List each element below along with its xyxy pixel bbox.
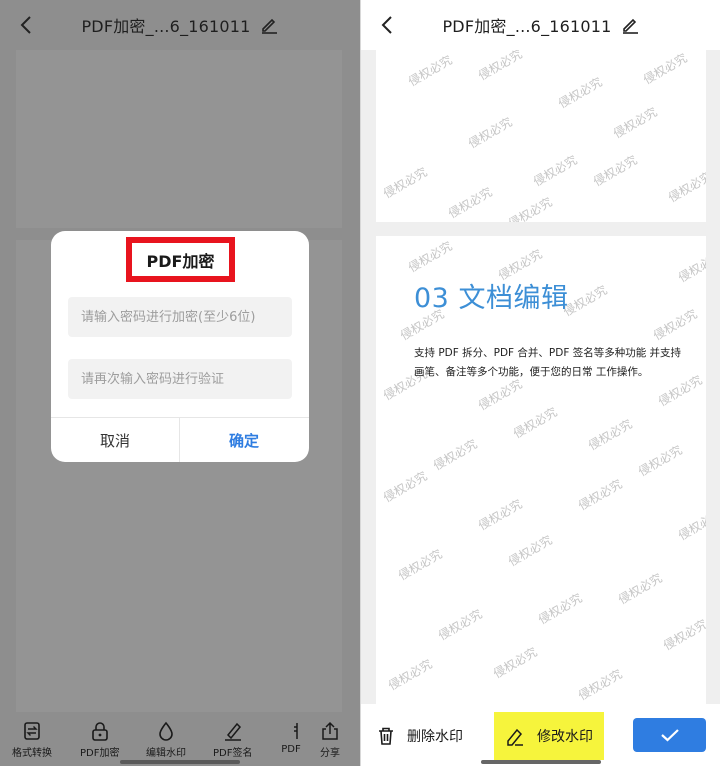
watermark-text: 侵权必究 (575, 476, 625, 513)
rename-button[interactable] (620, 15, 640, 35)
delete-watermark-button[interactable]: 删除水印 (377, 722, 463, 750)
modify-watermark-button[interactable]: 修改水印 (494, 712, 604, 760)
watermark-text: 侵权必究 (610, 104, 660, 141)
watermark-text: 侵权必究 (660, 616, 706, 653)
tool-label: PDF加密 (80, 748, 120, 759)
tool-pdf-encrypt[interactable]: PDF加密 (80, 720, 119, 759)
watermark-text: 侵权必究 (675, 506, 706, 543)
watermark-text: 侵权必究 (385, 656, 435, 693)
droplet-icon (155, 720, 177, 742)
tool-pdf-sign[interactable]: PDF签名 (213, 720, 252, 759)
tool-label: 分享 (320, 748, 340, 759)
home-indicator[interactable] (481, 760, 601, 764)
watermark-text: 侵权必究 (575, 666, 625, 703)
delete-watermark-label: 删除水印 (407, 729, 463, 745)
format-convert-icon (21, 720, 43, 742)
tool-pdf[interactable]: PDF (280, 720, 302, 755)
tool-format-convert[interactable]: 格式转换 (12, 720, 52, 759)
password-input[interactable] (68, 297, 292, 337)
document-title: PDF加密_...6_161011 (81, 17, 251, 36)
watermark-text: 侵权必究 (505, 194, 555, 222)
watermark-text: 侵权必究 (590, 152, 640, 189)
watermark-text: 侵权必究 (555, 74, 605, 111)
left-header: PDF加密_...6_161011 (0, 0, 360, 50)
left-screen: PDF加密_...6_161011 PDF加密 取消 确定 格式转换 PDF加密… (0, 0, 360, 766)
page-heading: 03 文档编辑 (414, 283, 569, 314)
pencil-icon (261, 18, 277, 34)
watermark-text: 侵权必究 (435, 606, 485, 643)
chevron-left-icon (20, 16, 31, 34)
dialog-title-highlight: PDF加密 (126, 237, 235, 282)
watermark-text: 侵权必究 (380, 164, 430, 201)
watermark-text: 侵权必究 (585, 416, 635, 453)
watermark-text: 侵权必究 (650, 306, 700, 343)
right-screen: PDF加密_...6_161011 侵权必究 侵权必究 侵权必究 侵权必究 侵权… (360, 0, 720, 766)
lock-icon (89, 720, 111, 742)
watermark-text: 侵权必究 (475, 496, 525, 533)
watermark-toolbar: 删除水印 修改水印 (361, 704, 720, 766)
watermark-text: 侵权必究 (665, 168, 706, 205)
page-paragraph: 支持 PDF 拆分、PDF 合并、PDF 签名等多种功能 并支持画笔、备注等多个… (414, 347, 682, 378)
watermark-text: 侵权必究 (380, 468, 430, 505)
modify-watermark-label: 修改水印 (537, 729, 593, 745)
tool-share[interactable]: 分享 (319, 720, 341, 759)
eraser-pencil-icon (507, 728, 523, 746)
bottom-toolbar: 格式转换 PDF加密 编辑水印 PDF签名 PDF 分享 (0, 712, 360, 766)
encrypt-dialog: PDF加密 取消 确定 (51, 231, 309, 462)
tool-label: PDF (281, 744, 301, 755)
apply-button[interactable] (633, 718, 706, 752)
trash-icon (379, 727, 393, 745)
tool-edit-watermark[interactable]: 编辑水印 (146, 720, 186, 759)
watermark-text: 侵权必究 (635, 442, 685, 479)
signature-pen-icon (222, 720, 244, 742)
back-button[interactable] (375, 13, 399, 37)
watermark-text: 侵权必究 (490, 644, 540, 681)
tool-label: PDF签名 (213, 748, 253, 759)
document-title: PDF加密_...6_161011 (442, 17, 612, 36)
confirm-button[interactable]: 确定 (180, 418, 308, 462)
watermark-text: 侵权必究 (395, 546, 445, 583)
watermark-text: 侵权必究 (615, 570, 665, 607)
chevron-left-icon (381, 16, 392, 34)
document-icon (280, 720, 302, 742)
pencil-icon (622, 18, 638, 34)
watermark-text: 侵权必究 (465, 114, 515, 151)
cancel-button[interactable]: 取消 (51, 418, 179, 462)
watermark-text: 侵权必究 (475, 50, 525, 83)
rename-button[interactable] (259, 15, 279, 35)
share-icon (319, 720, 341, 742)
watermark-text: 侵权必究 (640, 50, 690, 87)
checkmark-icon (660, 729, 679, 742)
pdf-page-1[interactable]: 侵权必究 侵权必究 侵权必究 侵权必究 侵权必究 侵权必究 侵权必究 侵权必究 … (376, 50, 706, 222)
page-preview-dimmed (16, 50, 342, 228)
tool-label: 编辑水印 (146, 748, 186, 759)
watermark-text: 侵权必究 (510, 404, 560, 441)
pdf-page-2[interactable]: 侵权必究 侵权必究 侵权必究 侵权必究 侵权必究 侵权必究 侵权必究 侵权必究 … (376, 236, 706, 704)
watermark-text: 侵权必究 (535, 590, 585, 627)
watermark-text: 侵权必究 (445, 184, 495, 221)
back-button[interactable] (14, 13, 38, 37)
home-indicator[interactable] (120, 760, 240, 764)
watermark-text: 侵权必究 (530, 152, 580, 189)
watermark-text: 侵权必究 (675, 248, 706, 285)
password-confirm-input[interactable] (68, 359, 292, 399)
tool-label: 格式转换 (12, 748, 52, 759)
dialog-title: PDF加密 (146, 251, 215, 271)
right-header: PDF加密_...6_161011 (361, 0, 720, 50)
watermark-text: 侵权必究 (430, 436, 480, 473)
watermark-text: 侵权必究 (405, 52, 455, 89)
watermark-text: 侵权必究 (405, 238, 455, 275)
watermark-text: 侵权必究 (505, 532, 555, 569)
